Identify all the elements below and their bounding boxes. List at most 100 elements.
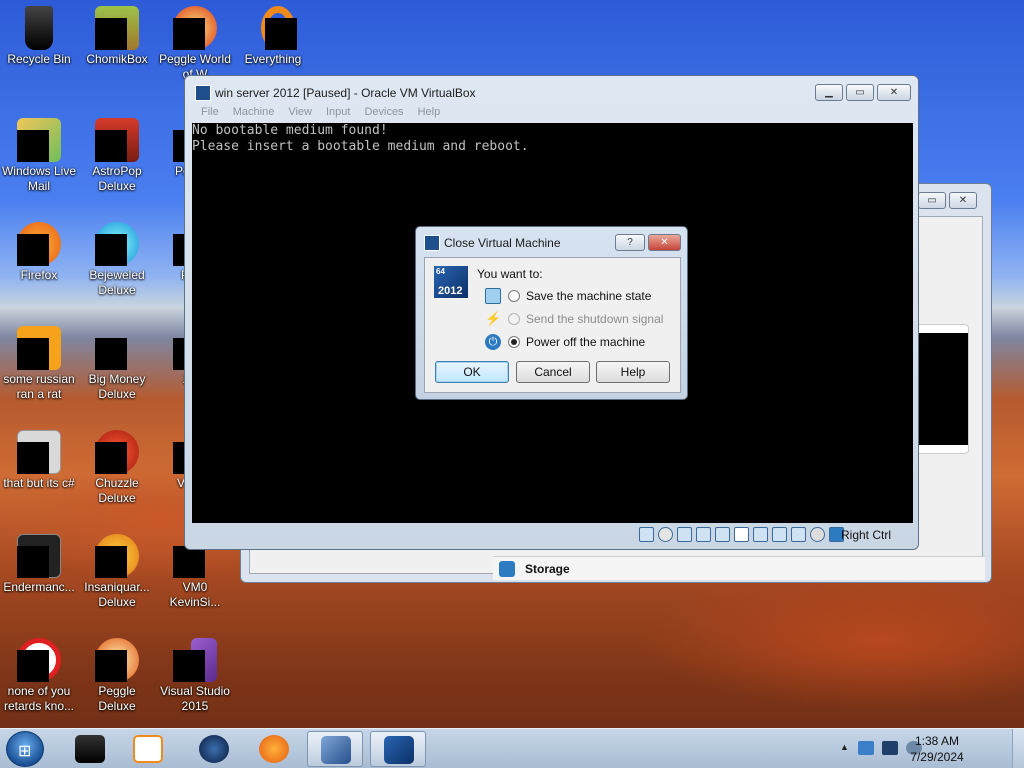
taskbar-item-virtualbox[interactable]	[307, 731, 363, 767]
taskbar: ⊞ ▲ 1:38 AM 7/29/2024	[0, 728, 1024, 768]
desktop-icon-label: Firefox	[20, 268, 58, 282]
globe-icon	[199, 735, 229, 763]
desktop-icon-bejeweled[interactable]: Bejeweled Deluxe	[78, 222, 156, 298]
usb-icon[interactable]	[715, 527, 730, 542]
close-button[interactable]: ✕	[949, 192, 977, 209]
chuzzle-icon	[95, 430, 139, 474]
video-capture-icon[interactable]	[772, 527, 787, 542]
windows-live-mail-icon	[17, 118, 61, 162]
bejeweled-icon	[95, 222, 139, 266]
bluetooth-icon[interactable]	[858, 741, 874, 755]
menu-input[interactable]: Input	[326, 106, 350, 118]
shared-folders-icon[interactable]	[734, 527, 749, 542]
show-desktop-button[interactable]	[1012, 729, 1024, 768]
desktop-icon-astropop[interactable]: AstroPop Deluxe	[78, 118, 156, 194]
virtualbox-icon	[321, 736, 351, 764]
vm-preview-thumbnail	[911, 324, 969, 454]
chomikbox-icon	[95, 6, 139, 50]
desktop-icon-big-money[interactable]: Big Money Deluxe	[78, 326, 156, 402]
desktop-icon-label: Everything	[244, 52, 302, 66]
taskbar-item-globe[interactable]	[186, 731, 242, 767]
desktop-icon-visual-studio[interactable]: Visual Studio 2015	[156, 638, 234, 714]
desktop-icon-csharp[interactable]: that but its c#	[0, 430, 78, 491]
close-icon[interactable]: ✕	[648, 234, 681, 251]
storage-icon	[499, 561, 515, 577]
minimize-button[interactable]: ▁	[815, 84, 843, 101]
menu-help[interactable]: Help	[418, 106, 441, 118]
close-button[interactable]: ✕	[877, 84, 911, 101]
maximize-button[interactable]: ▭	[846, 84, 874, 101]
power-icon: ⏻	[485, 334, 501, 350]
os-year-label: 2012	[438, 285, 463, 297]
desktop-icon-label: Big Money Deluxe	[88, 372, 146, 401]
desktop-icon-label: Insaniquar... Deluxe	[84, 580, 150, 609]
desktop-icon-chomikbox[interactable]: ChomikBox	[78, 6, 156, 67]
desktop-icon-chuzzle[interactable]: Chuzzle Deluxe	[78, 430, 156, 506]
taskbar-item-virtualbox-dark[interactable]	[62, 731, 118, 767]
storage-section-header[interactable]: Storage	[493, 556, 985, 580]
dialog-prompt: You want to:	[477, 267, 543, 281]
menu-view[interactable]: View	[288, 106, 312, 118]
optical-drive-icon[interactable]	[658, 527, 673, 542]
peggle-world-icon	[173, 6, 217, 50]
desktop-icon-label: Bejeweled Deluxe	[89, 268, 145, 297]
save-state-label: Save the machine state	[526, 289, 652, 303]
menu-machine[interactable]: Machine	[233, 106, 275, 118]
desktop-icon-endermanch[interactable]: Endermanc...	[0, 534, 78, 595]
desktop-icon-red-circle[interactable]: none of you retards kno...	[0, 638, 78, 714]
hard-disk-icon[interactable]	[639, 527, 654, 542]
desktop-icon-label: Recycle Bin	[7, 52, 71, 66]
desktop-icon-peggle-world[interactable]: Peggle World of W	[156, 6, 234, 82]
desktop-icon-label: AstroPop Deluxe	[92, 164, 142, 193]
menu-file[interactable]: File	[201, 106, 219, 118]
audio-icon[interactable]	[677, 527, 692, 542]
desktop-icon-firefox[interactable]: Firefox	[0, 222, 78, 283]
taskbar-item-firefox[interactable]	[246, 731, 302, 767]
clock-time: 1:38 AM	[914, 734, 960, 748]
cancel-button[interactable]: Cancel	[516, 361, 590, 383]
help-title-button[interactable]: ?	[615, 234, 645, 251]
desktop-icon-label: VM0 KevinSi...	[169, 580, 221, 609]
shutdown-signal-radio	[508, 313, 520, 325]
start-button[interactable]: ⊞	[6, 731, 44, 767]
desktop-icon-label: Endermanc...	[3, 580, 75, 594]
ok-button[interactable]: OK	[435, 361, 509, 383]
desktop-icon-label: some russian ran a rat	[3, 372, 75, 401]
menu-devices[interactable]: Devices	[364, 106, 403, 118]
show-hidden-icons-arrow[interactable]: ▲	[840, 742, 849, 752]
desktop-icon-peggle-deluxe[interactable]: Peggle Deluxe	[78, 638, 156, 714]
boot-error-text: No bootable medium found! Please insert …	[192, 123, 529, 154]
peggle-deluxe-icon	[95, 638, 139, 682]
maximize-button[interactable]: ▭	[918, 192, 946, 209]
everything-icon	[251, 6, 297, 50]
astropop-icon	[95, 118, 139, 162]
power-off-radio[interactable]	[508, 336, 520, 348]
mouse-integration-icon[interactable]	[810, 527, 825, 542]
visual-studio-icon	[173, 638, 217, 682]
desktop-icon-rat-file[interactable]: some russian ran a rat	[0, 326, 78, 402]
virtualbox-logo-icon	[424, 235, 440, 251]
save-state-radio[interactable]	[508, 290, 520, 302]
desktop-icon-recycle-bin[interactable]: Recycle Bin	[0, 6, 78, 67]
taskbar-item-win-server-2012[interactable]	[370, 731, 426, 767]
desktop-icon-label: Peggle Deluxe	[98, 684, 136, 713]
os-logo-icon: 64 2012	[434, 266, 468, 298]
host-key-label: Right Ctrl	[840, 528, 891, 542]
desktop-icon-windows-live-mail[interactable]: Windows Live Mail	[0, 118, 78, 194]
network-icon[interactable]	[696, 527, 711, 542]
help-button[interactable]: Help	[596, 361, 670, 383]
virtualization-icon[interactable]	[791, 527, 806, 542]
desktop-icon-label: Visual Studio 2015	[160, 684, 230, 713]
insaniquarium-icon	[95, 534, 139, 578]
close-vm-dialog[interactable]: Close Virtual Machine ? ✕ 64 2012 You wa…	[415, 226, 688, 400]
dialog-title: Close Virtual Machine	[444, 236, 561, 250]
vm-status-bar: Right Ctrl	[192, 524, 913, 546]
virtualbox-dark-icon	[75, 735, 105, 763]
desktop-icon-everything[interactable]: Everything	[234, 6, 312, 67]
clock[interactable]: 1:38 AM 7/29/2024	[902, 733, 972, 765]
desktop-icon-label: that but its c#	[3, 476, 75, 490]
monitor-icon[interactable]	[882, 741, 898, 755]
taskbar-item-media-player[interactable]	[120, 731, 176, 767]
display-icon[interactable]	[753, 527, 768, 542]
desktop-icon-insaniquarium[interactable]: Insaniquar... Deluxe	[78, 534, 156, 610]
